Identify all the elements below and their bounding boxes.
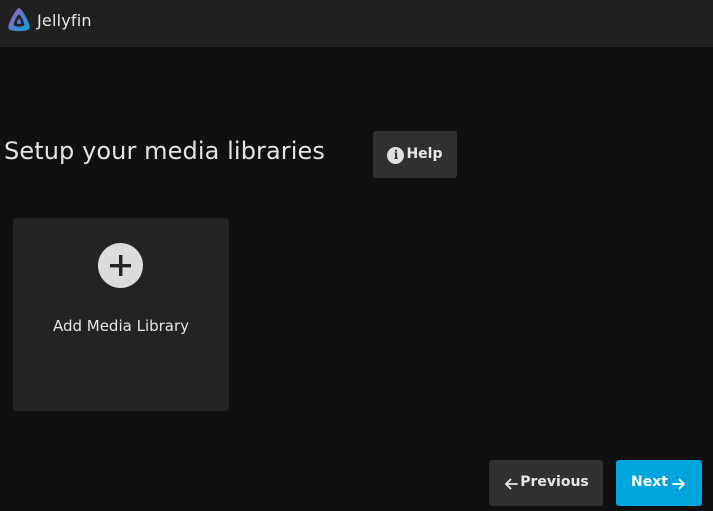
next-button-label: Next xyxy=(631,474,668,490)
help-button[interactable]: i Help xyxy=(373,131,457,178)
app-name: Jellyfin xyxy=(37,10,92,30)
previous-button-label: Previous xyxy=(520,474,589,490)
arrow-right-icon xyxy=(672,478,685,490)
info-icon: i xyxy=(387,146,405,164)
app-header: Jellyfin xyxy=(0,0,713,47)
page-title: Setup your media libraries xyxy=(4,137,326,165)
previous-button[interactable]: Previous xyxy=(489,460,603,506)
add-media-library-card[interactable]: Add Media Library xyxy=(13,218,229,411)
next-button[interactable]: Next xyxy=(616,460,702,506)
jellyfin-logo-icon xyxy=(8,8,30,32)
arrow-left-icon xyxy=(505,478,519,490)
plus-icon xyxy=(98,243,143,288)
help-button-label: Help xyxy=(406,145,443,162)
app-logo[interactable]: Jellyfin xyxy=(5,5,92,35)
add-media-library-label: Add Media Library xyxy=(52,317,190,335)
